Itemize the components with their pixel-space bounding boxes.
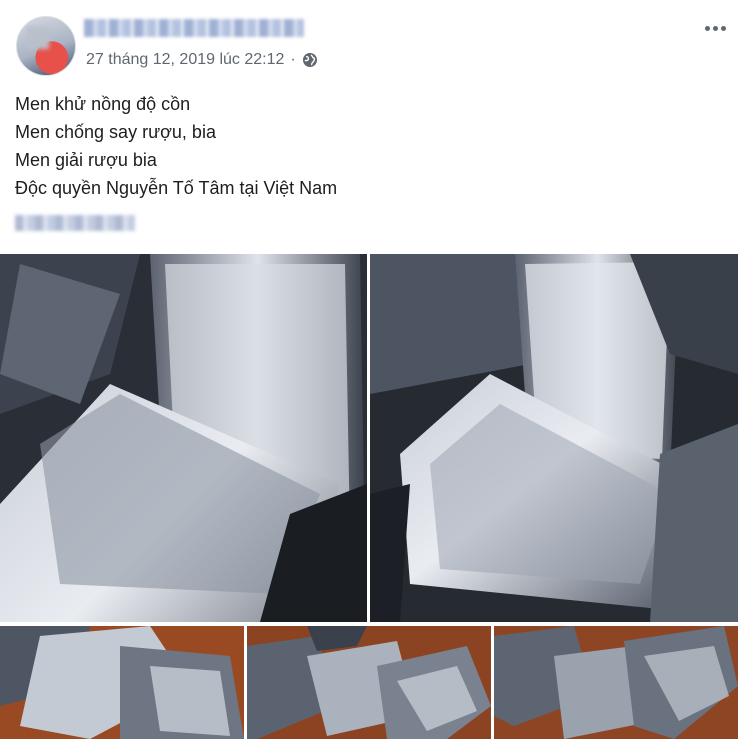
post-line: Men chống say rượu, bia — [15, 122, 216, 142]
more-options-icon[interactable] — [700, 15, 730, 41]
hashtag-link-blurred[interactable] — [15, 215, 135, 231]
globe-icon[interactable] — [302, 52, 318, 68]
author-name-blurred[interactable] — [84, 19, 304, 37]
post-text: Men khử nồng độ cồn Men chống say rượu, … — [15, 90, 337, 202]
meta-separator: · — [290, 51, 296, 68]
post-photo[interactable] — [0, 626, 244, 739]
post-line: Men khử nồng độ cồn — [15, 94, 191, 114]
post-photo[interactable] — [247, 626, 491, 739]
post-photo[interactable] — [494, 626, 738, 739]
post-line: Độc quyền Nguyễn Tố Tâm tại Việt Nam — [15, 178, 338, 198]
post-photo[interactable] — [0, 254, 367, 622]
profile-avatar[interactable] — [16, 16, 76, 76]
post-photo[interactable] — [370, 254, 738, 622]
post-line: Men giải rượu bia — [15, 150, 157, 170]
post-timestamp[interactable]: 27 tháng 12, 2019 lúc 22:12 — [86, 51, 284, 69]
post-meta: 27 tháng 12, 2019 lúc 22:12 · — [86, 51, 318, 69]
